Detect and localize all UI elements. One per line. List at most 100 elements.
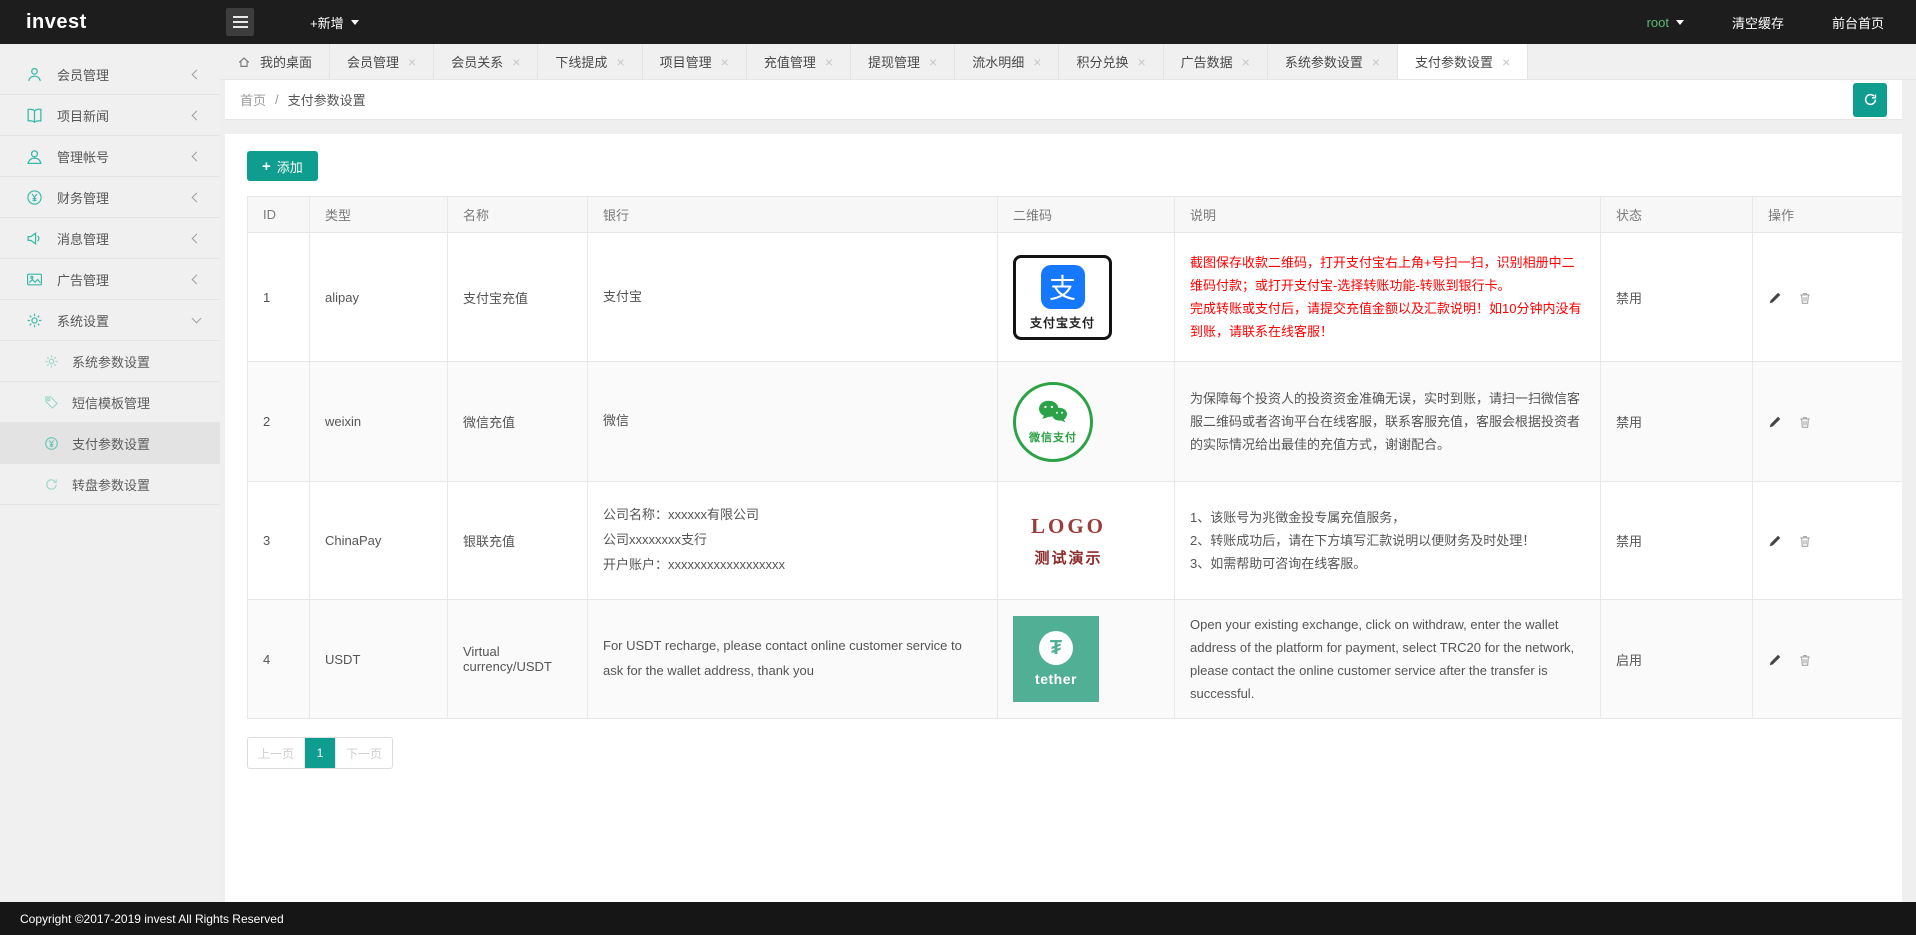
refresh-icon [1864, 93, 1876, 106]
chevron-down-icon [191, 313, 202, 323]
tether-logo-image: ₮ tether [1013, 616, 1099, 702]
sidebar-item-label: 管理帐号 [57, 149, 110, 165]
tab-points-exchange[interactable]: 积分兑换 × [1059, 44, 1164, 79]
edit-icon[interactable] [1768, 534, 1782, 548]
sidebar-subitem-wheel-params[interactable]: 转盘参数设置 [0, 464, 220, 505]
plus-icon: + [262, 157, 271, 175]
cell-name: 微信充值 [447, 361, 588, 482]
close-icon[interactable]: × [408, 55, 416, 69]
cell-type: ChinaPay [309, 481, 448, 600]
tab-withdraw-management[interactable]: 提现管理 × [851, 44, 956, 79]
tab-payment-params[interactable]: 支付参数设置 × [1398, 44, 1529, 79]
tab-label: 会员关系 [451, 55, 504, 70]
main-area: 我的桌面 会员管理 × 会员关系 × 下线提成 × 项目管理 × 充值管理 × 提现管理 ×… [220, 44, 1916, 902]
sidebar-item-message-management[interactable]: 消息管理 [0, 218, 220, 259]
cell-type: alipay [309, 232, 448, 362]
tab-member-management[interactable]: 会员管理 × [330, 44, 435, 79]
tab-flow-details[interactable]: 流水明细 × [955, 44, 1060, 79]
cell-bank: 微信 [587, 361, 998, 482]
logo-demo-word: 测试演示 [1034, 550, 1103, 567]
breadcrumb: 首页 / 支付参数设置 [225, 80, 1902, 120]
delete-icon[interactable] [1798, 291, 1812, 305]
tab-recharge-management[interactable]: 充值管理 × [747, 44, 852, 79]
tab-label: 系统参数设置 [1284, 55, 1363, 70]
sidebar-item-ad-management[interactable]: 广告管理 [0, 259, 220, 300]
sidebar-item-project-news[interactable]: 项目新闻 [0, 95, 220, 136]
close-icon[interactable]: × [929, 55, 937, 69]
pagination-next-button[interactable]: 下一页 [336, 738, 393, 768]
delete-icon[interactable] [1798, 534, 1812, 548]
cell-qrcode: 支 支付宝支付 [997, 232, 1175, 362]
tag-icon [45, 395, 58, 409]
close-icon[interactable]: × [1137, 55, 1145, 69]
username: root [1646, 14, 1669, 30]
user-menu[interactable]: root [1647, 15, 1684, 30]
close-icon[interactable]: × [616, 55, 624, 69]
cell-id: 2 [247, 361, 310, 482]
book-icon [27, 108, 42, 123]
cell-status: 禁用 [1600, 232, 1753, 362]
refresh-button[interactable] [1853, 82, 1887, 117]
sidebar-item-admin-accounts[interactable]: 管理帐号 [0, 136, 220, 177]
cell-actions [1752, 232, 1902, 362]
sidebar-item-label: 转盘参数设置 [72, 477, 151, 493]
sidebar-subitem-payment-params[interactable]: 支付参数设置 [0, 423, 220, 464]
close-icon[interactable]: × [825, 55, 833, 69]
tab-my-desktop[interactable]: 我的桌面 [220, 44, 331, 79]
logo-word: LOGO [1031, 513, 1107, 538]
table-row: 4 USDT Virtual currency/USDT For USDT re… [247, 599, 1902, 719]
new-dropdown-button[interactable]: +新增 [310, 13, 359, 32]
new-dropdown-label: +新增 [310, 15, 344, 31]
edit-icon[interactable] [1768, 291, 1782, 305]
delete-icon[interactable] [1798, 653, 1812, 667]
delete-icon[interactable] [1798, 415, 1812, 429]
sidebar-subitem-system-params[interactable]: 系统参数设置 [0, 341, 220, 382]
close-icon[interactable]: × [1502, 55, 1510, 69]
sidebar-subitem-sms-templates[interactable]: 短信模板管理 [0, 382, 220, 423]
app-window: invest +新增 root 清空缓存 前台首页 会员管理 项目新闻 管理帐号… [0, 0, 1916, 935]
tab-ad-data[interactable]: 广告数据 × [1164, 44, 1268, 79]
breadcrumb-separator: / [275, 92, 279, 107]
add-button[interactable]: + 添加 [247, 151, 318, 181]
col-header-id: ID [247, 196, 310, 233]
col-header-name: 名称 [447, 196, 588, 233]
pagination-page-1[interactable]: 1 [305, 738, 337, 768]
footer: Copyright ©2017-2019 invest All Rights R… [0, 902, 1916, 935]
sidebar-item-system-settings[interactable]: 系统设置 [0, 300, 220, 341]
sidebar-item-label: 会员管理 [57, 67, 110, 83]
cell-name: Virtual currency/USDT [447, 599, 588, 719]
top-bar: invest +新增 root 清空缓存 前台首页 [0, 0, 1916, 44]
col-header-qrcode: 二维码 [997, 196, 1175, 233]
close-icon[interactable]: × [1372, 55, 1380, 69]
sidebar-item-member-management[interactable]: 会员管理 [0, 54, 220, 95]
table-row: 1 alipay 支付宝充值 支付宝 支 支付宝支付 截图保存收款二维码，打开支… [247, 232, 1902, 362]
tab-project-management[interactable]: 项目管理 × [643, 44, 747, 79]
alipay-qr-image: 支 支付宝支付 [1013, 254, 1113, 340]
cell-qrcode: ₮ tether [997, 599, 1175, 719]
close-icon[interactable]: × [1242, 55, 1250, 69]
pagination-prev-button[interactable]: 上一页 [248, 738, 306, 768]
breadcrumb-home[interactable]: 首页 [240, 90, 266, 109]
edit-icon[interactable] [1768, 653, 1782, 667]
close-icon[interactable]: × [721, 55, 729, 69]
tab-bar: 我的桌面 会员管理 × 会员关系 × 下线提成 × 项目管理 × 充值管理 × 提现管理 ×… [220, 44, 1916, 80]
front-home-link[interactable]: 前台首页 [1832, 13, 1884, 32]
clear-cache-link[interactable]: 清空缓存 [1732, 13, 1784, 32]
close-icon[interactable]: × [512, 55, 520, 69]
add-button-label: 添加 [276, 159, 303, 175]
close-icon[interactable]: × [1033, 55, 1041, 69]
cell-status: 禁用 [1600, 481, 1753, 600]
sidebar-item-finance-management[interactable]: 财务管理 [0, 177, 220, 218]
content-card: + 添加 ID 类型 名称 银行 二维码 说明 状态 操作 1 alipay 支… [225, 134, 1902, 902]
sidebar-toggle-button[interactable] [226, 8, 254, 36]
cell-qrcode: LOGO 测试演示 [997, 481, 1175, 600]
tab-member-relations[interactable]: 会员关系 × [434, 44, 539, 79]
col-header-description: 说明 [1174, 196, 1601, 233]
cell-description: 1、该账号为兆徵金投专属充值服务， 2、转账成功后，请在下方填写汇款说明以便财务… [1174, 481, 1601, 600]
sidebar-item-label: 消息管理 [57, 231, 110, 247]
edit-icon[interactable] [1768, 415, 1782, 429]
tab-system-params[interactable]: 系统参数设置 × [1268, 44, 1399, 79]
tab-downline-commission[interactable]: 下线提成 × [538, 44, 643, 79]
cell-actions [1752, 361, 1902, 482]
tab-label: 流水明细 [972, 55, 1025, 70]
